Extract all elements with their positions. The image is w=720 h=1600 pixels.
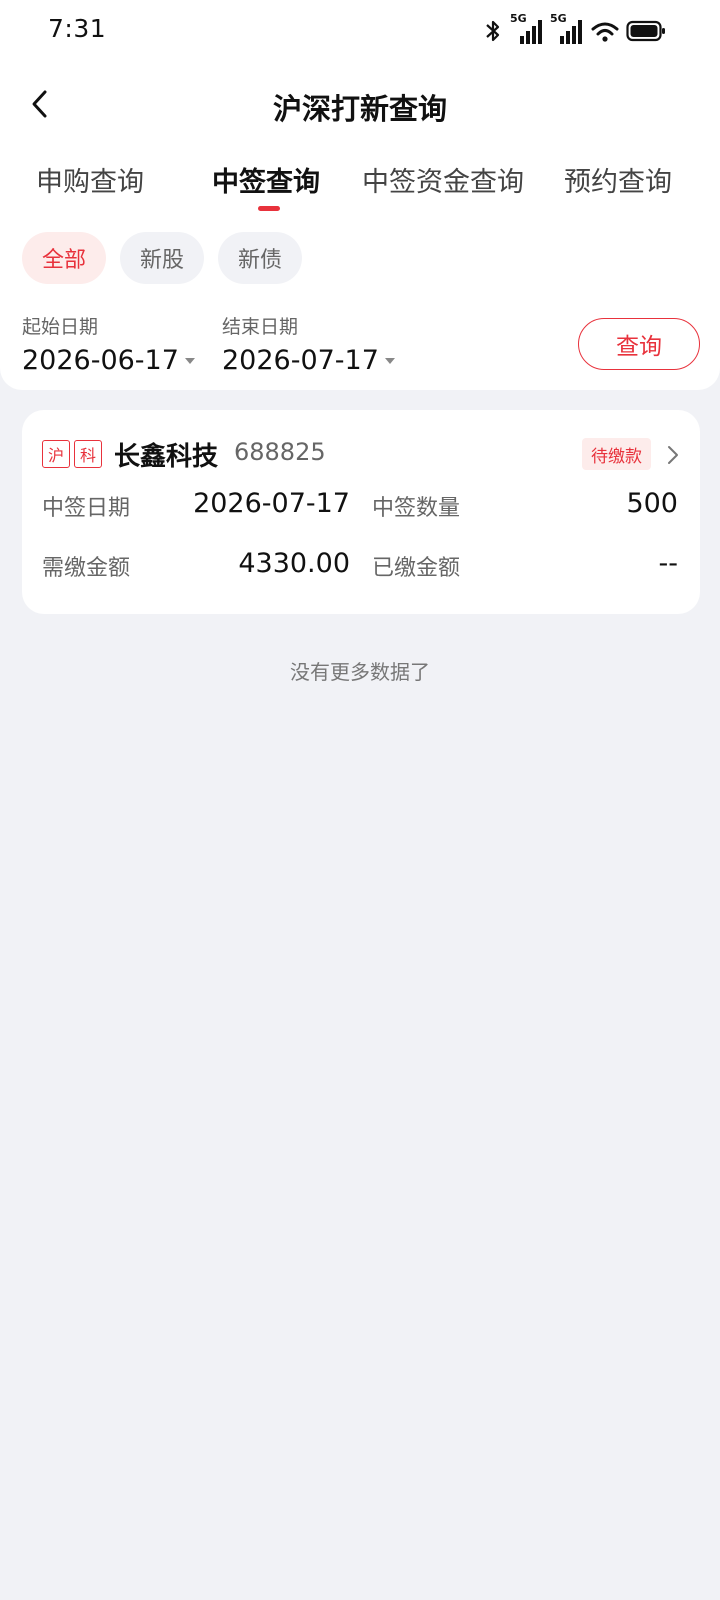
start-date-picker[interactable]: 2026-06-17 (22, 345, 195, 376)
signal-icon: 5G (510, 12, 544, 46)
bluetooth-icon (482, 18, 504, 44)
active-tab-indicator (258, 206, 280, 211)
filter-chip-new-stock[interactable]: 新股 (120, 232, 205, 284)
battery-icon (626, 19, 666, 43)
amount-paid-value: -- (658, 548, 679, 579)
network-type-label: 5G (510, 12, 527, 25)
start-date-label: 起始日期 (22, 316, 99, 338)
wifi-icon (590, 18, 620, 44)
win-qty-label: 中签数量 (372, 496, 461, 521)
win-qty-value: 500 (626, 488, 678, 519)
tab-reservation-query[interactable]: 预约查询 (564, 160, 672, 199)
caret-down-icon (384, 357, 395, 364)
tab-bar: 申购查询 中签查询 中签资金查询 预约查询 (0, 160, 720, 216)
status-badge: 待缴款 (582, 438, 651, 470)
signal-icon: 5G (550, 12, 584, 46)
filter-chip-new-bond[interactable]: 新债 (218, 232, 303, 284)
record-card[interactable]: 沪 科 长鑫科技 688825 待缴款 中签日期 2026-07-17 中签数量… (22, 410, 700, 614)
tab-winning-query[interactable]: 中签查询 (212, 160, 320, 199)
filter-chip-all[interactable]: 全部 (22, 232, 107, 284)
status-time: 7:31 (48, 14, 107, 43)
end-date-block: 结束日期 2026-07-17 (222, 312, 395, 376)
end-date-label: 结束日期 (222, 316, 299, 338)
page-title: 沪深打新查询 (272, 92, 447, 126)
end-date-value: 2026-07-17 (222, 345, 379, 376)
market-tag-star: 科 (74, 440, 102, 468)
amount-paid-label: 已缴金额 (372, 556, 461, 581)
status-bar: 7:31 5G 5G (0, 0, 720, 64)
filter-chips: 全部 新股 新债 (22, 232, 303, 284)
market-tag-sh: 沪 (42, 440, 70, 468)
caret-down-icon (184, 357, 195, 364)
tab-subscription-query[interactable]: 申购查询 (36, 160, 144, 199)
start-date-value: 2026-06-17 (22, 345, 179, 376)
status-icons: 5G 5G (482, 12, 666, 48)
no-more-data-text: 没有更多数据了 (290, 660, 430, 684)
tab-winning-funds-query[interactable]: 中签资金查询 (362, 160, 524, 199)
amount-due-label: 需缴金额 (42, 556, 131, 581)
win-date-label: 中签日期 (42, 496, 131, 521)
header: 沪深打新查询 (0, 74, 720, 138)
stock-name: 长鑫科技 (114, 442, 219, 472)
network-type-label: 5G (550, 12, 567, 25)
win-date-value: 2026-07-17 (193, 488, 350, 519)
chevron-right-icon (666, 444, 680, 470)
end-date-picker[interactable]: 2026-07-17 (222, 345, 395, 376)
stock-code: 688825 (234, 438, 326, 466)
query-button[interactable]: 查询 (578, 318, 700, 370)
amount-due-value: 4330.00 (238, 548, 350, 579)
start-date-block: 起始日期 2026-06-17 (22, 312, 195, 376)
